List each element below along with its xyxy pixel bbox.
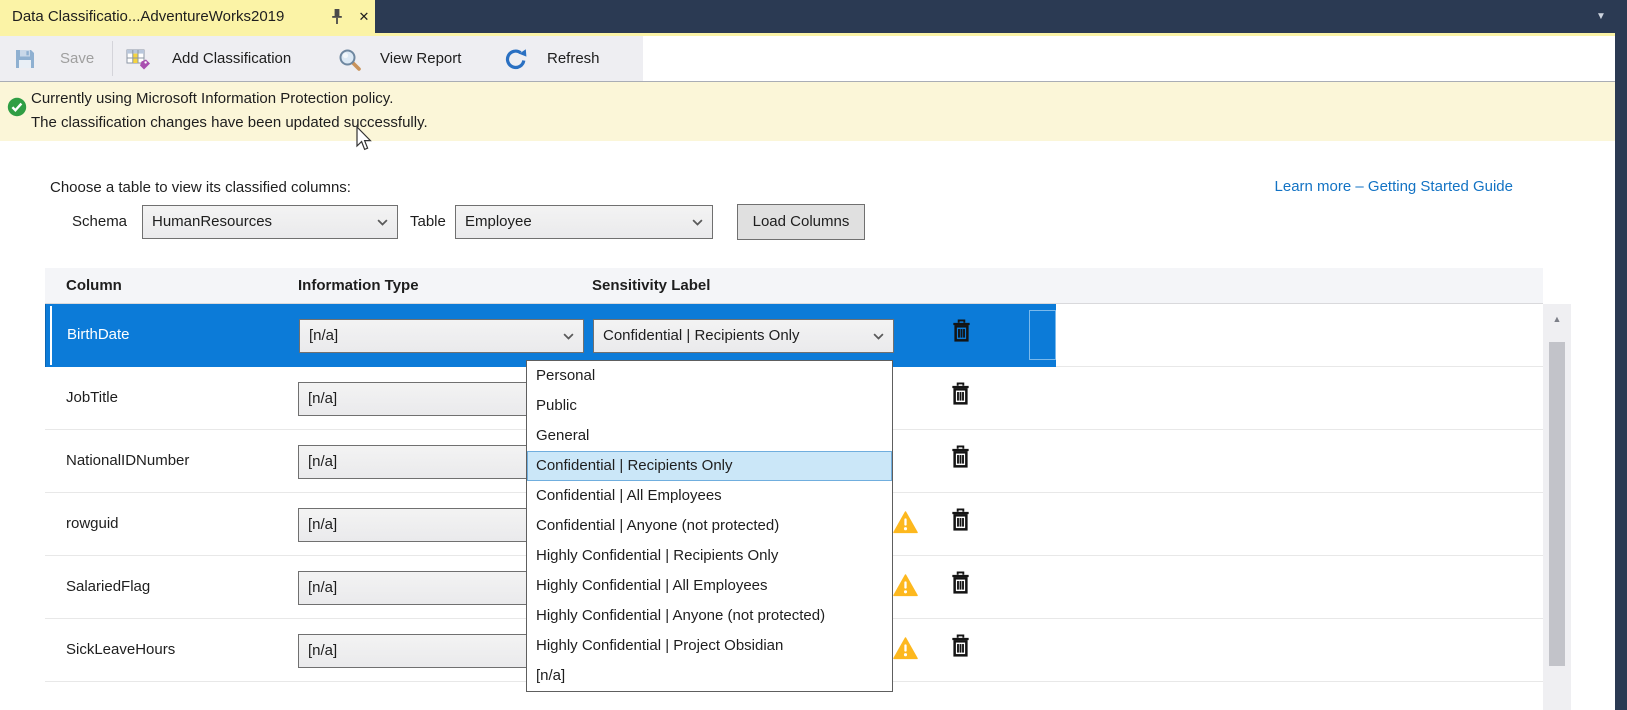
schema-label: Schema bbox=[72, 213, 127, 230]
save-label: Save bbox=[60, 36, 94, 81]
view-report-icon bbox=[338, 48, 362, 72]
dropdown-item[interactable]: Confidential | Anyone (not protected) bbox=[527, 511, 892, 541]
selection-indicator bbox=[50, 306, 52, 365]
vertical-scrollbar[interactable]: ▲ bbox=[1543, 304, 1571, 710]
choose-table-caption: Choose a table to view its classified co… bbox=[50, 179, 351, 196]
info-bar-line1: Currently using Microsoft Information Pr… bbox=[31, 87, 428, 111]
warning-icon bbox=[893, 637, 918, 660]
add-classification-label: Add Classification bbox=[172, 36, 291, 81]
dropdown-item[interactable]: General bbox=[527, 421, 892, 451]
sensitivity-label-dropdown: Personal Public General Confidential | R… bbox=[526, 360, 893, 692]
refresh-button[interactable]: Refresh bbox=[493, 36, 643, 81]
delete-row-icon[interactable] bbox=[950, 571, 971, 594]
dropdown-item[interactable]: Highly Confidential | Anyone (not protec… bbox=[527, 601, 892, 631]
table-value: Employee bbox=[465, 206, 532, 238]
delete-row-icon[interactable] bbox=[950, 508, 971, 531]
document-well-chevron-icon[interactable]: ▼ bbox=[1596, 11, 1606, 22]
dropdown-item[interactable]: Confidential | All Employees bbox=[527, 481, 892, 511]
warning-icon bbox=[893, 574, 918, 597]
dropdown-item[interactable]: Public bbox=[527, 391, 892, 421]
column-name: SickLeaveHours bbox=[66, 619, 175, 681]
save-button[interactable]: Save bbox=[0, 36, 112, 81]
refresh-icon bbox=[504, 48, 528, 72]
info-bar: Currently using Microsoft Information Pr… bbox=[0, 82, 1615, 141]
column-name: SalariedFlag bbox=[66, 556, 150, 618]
column-name: NationalIDNumber bbox=[66, 430, 189, 492]
pin-icon[interactable] bbox=[330, 8, 344, 25]
toolbar: Save Add Classification View Repor bbox=[0, 36, 1615, 82]
chevron-down-icon bbox=[377, 219, 388, 226]
mouse-cursor bbox=[356, 126, 374, 152]
dropdown-item-highlighted[interactable]: Confidential | Recipients Only bbox=[527, 451, 892, 481]
dropdown-item[interactable]: [n/a] bbox=[527, 661, 892, 691]
save-icon bbox=[14, 48, 36, 70]
table-select[interactable]: Employee bbox=[455, 205, 713, 239]
tab-title: Data Classificatio...AdventureWorks2019 bbox=[12, 8, 284, 25]
chevron-down-icon bbox=[873, 333, 884, 340]
delete-row-icon[interactable] bbox=[950, 634, 971, 657]
sensitivity-label-select[interactable]: Confidential | Recipients Only bbox=[593, 319, 894, 353]
data-classification-window: Data Classificatio...AdventureWorks2019 … bbox=[0, 0, 1627, 710]
header-column: Column bbox=[66, 268, 122, 303]
delete-row-icon[interactable] bbox=[951, 319, 972, 342]
learn-more-link[interactable]: Learn more – Getting Started Guide bbox=[1275, 178, 1513, 195]
table-label: Table bbox=[410, 213, 446, 230]
add-classification-button[interactable]: Add Classification bbox=[113, 36, 323, 81]
grid-header: Column Information Type Sensitivity Labe… bbox=[45, 268, 1543, 304]
chevron-down-icon bbox=[563, 333, 574, 340]
close-icon[interactable]: ✕ bbox=[354, 0, 374, 33]
column-name: rowguid bbox=[66, 493, 119, 555]
delete-row-icon[interactable] bbox=[950, 382, 971, 405]
view-report-label: View Report bbox=[380, 36, 461, 81]
view-report-button[interactable]: View Report bbox=[323, 36, 493, 81]
selected-row-highlight: BirthDate [n/a] Confidential | Recipient… bbox=[45, 304, 1056, 367]
selected-cell-outline bbox=[1029, 310, 1056, 360]
window-right-edge bbox=[1615, 0, 1627, 710]
schema-value: HumanResources bbox=[152, 206, 272, 238]
refresh-label: Refresh bbox=[547, 36, 600, 81]
header-information-type: Information Type bbox=[298, 268, 419, 303]
column-name: BirthDate bbox=[67, 304, 130, 366]
scrollbar-thumb[interactable] bbox=[1549, 342, 1565, 666]
tab-data-classification[interactable]: Data Classificatio...AdventureWorks2019 bbox=[0, 0, 375, 33]
dropdown-item[interactable]: Personal bbox=[527, 361, 892, 391]
scroll-up-icon[interactable]: ▲ bbox=[1543, 314, 1571, 324]
header-sensitivity-label: Sensitivity Label bbox=[592, 268, 710, 303]
dropdown-item[interactable]: Highly Confidential | Project Obsidian bbox=[527, 631, 892, 661]
success-check-icon bbox=[7, 97, 27, 117]
delete-row-icon[interactable] bbox=[950, 445, 971, 468]
load-columns-button[interactable]: Load Columns bbox=[737, 204, 865, 240]
dropdown-item[interactable]: Highly Confidential | All Employees bbox=[527, 571, 892, 601]
table-row[interactable]: BirthDate [n/a] Confidential | Recipient… bbox=[45, 304, 1543, 367]
information-type-select[interactable]: [n/a] bbox=[299, 319, 584, 353]
warning-icon bbox=[893, 511, 918, 534]
chevron-down-icon bbox=[692, 219, 703, 226]
schema-select[interactable]: HumanResources bbox=[142, 205, 398, 239]
column-name: JobTitle bbox=[66, 367, 118, 429]
add-classification-icon bbox=[126, 48, 151, 71]
dropdown-item[interactable]: Highly Confidential | Recipients Only bbox=[527, 541, 892, 571]
